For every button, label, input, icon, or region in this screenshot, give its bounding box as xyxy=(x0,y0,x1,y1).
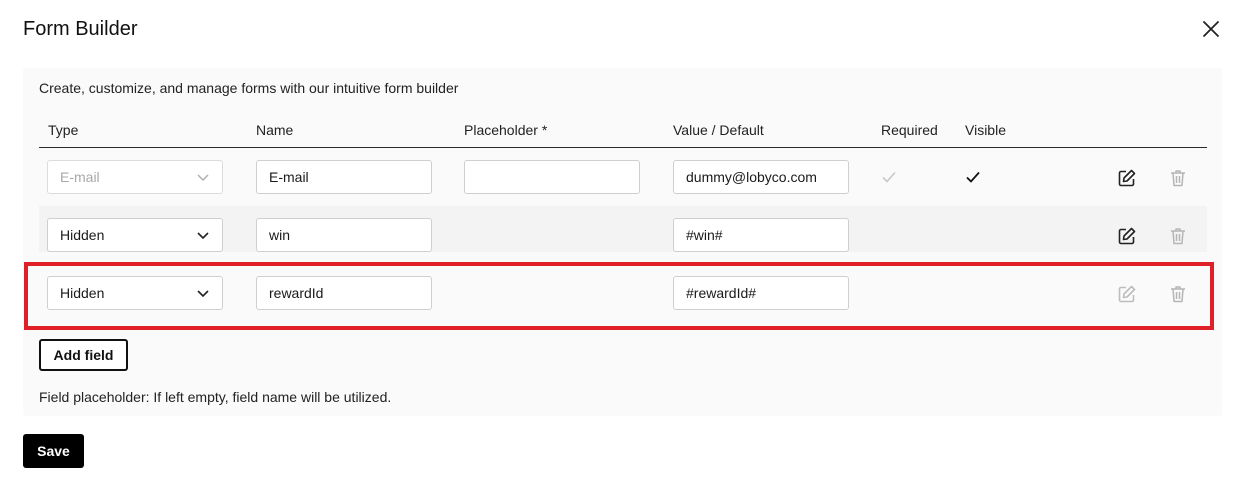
header-value: Value / Default xyxy=(673,122,764,138)
type-select-value: E-mail xyxy=(60,169,100,185)
footnote: Field placeholder: If left empty, field … xyxy=(39,389,392,405)
panel-description: Create, customize, and manage forms with… xyxy=(39,80,459,96)
type-select-value: Hidden xyxy=(60,227,105,243)
value-input[interactable]: #win# xyxy=(673,218,849,252)
table-header: Type Name Placeholder * Value / Default … xyxy=(23,122,1222,138)
trash-icon[interactable] xyxy=(1168,226,1188,246)
check-icon xyxy=(882,171,896,183)
trash-icon[interactable] xyxy=(1168,168,1188,188)
required-checkbox[interactable] xyxy=(880,168,898,186)
placeholder-input[interactable] xyxy=(464,160,640,194)
edit-icon[interactable] xyxy=(1117,168,1137,188)
chevron-down-icon xyxy=(197,232,209,240)
header-required: Required xyxy=(881,122,938,138)
visible-checkbox[interactable] xyxy=(964,168,982,186)
header-placeholder: Placeholder * xyxy=(464,122,548,138)
name-input[interactable]: win xyxy=(256,218,432,252)
check-icon xyxy=(966,171,980,183)
value-input[interactable]: dummy@lobyco.com xyxy=(673,160,849,194)
chevron-down-icon xyxy=(197,174,209,182)
table-row: E-mail E-mail dummy@lobyco.com xyxy=(39,148,1207,194)
table-row: Hidden win #win# xyxy=(39,206,1207,252)
name-input[interactable]: E-mail xyxy=(256,160,432,194)
header-visible: Visible xyxy=(965,122,1006,138)
type-select[interactable]: Hidden xyxy=(47,218,223,252)
form-builder-panel: Create, customize, and manage forms with… xyxy=(23,68,1222,416)
type-select[interactable]: E-mail xyxy=(47,160,223,194)
close-icon[interactable] xyxy=(1199,17,1223,41)
save-button[interactable]: Save xyxy=(23,434,84,468)
page-title: Form Builder xyxy=(23,18,138,40)
header-type: Type xyxy=(48,122,79,138)
add-field-button[interactable]: Add field xyxy=(39,339,128,371)
edit-icon[interactable] xyxy=(1117,226,1137,246)
highlight-box xyxy=(24,262,1214,330)
header-name: Name xyxy=(256,122,294,138)
